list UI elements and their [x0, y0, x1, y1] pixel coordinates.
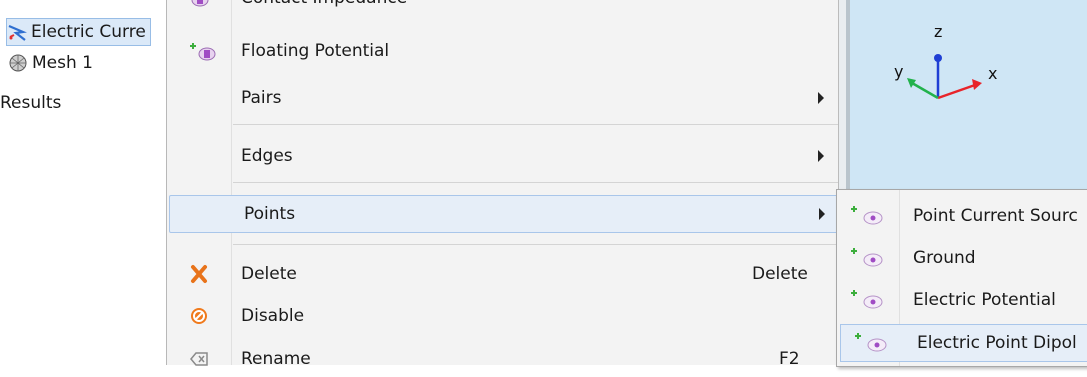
menu-item-label: Contact Impedance — [241, 0, 407, 8]
add-point-icon — [847, 288, 887, 312]
y-axis-arrow — [907, 78, 916, 88]
menu-item-disable[interactable]: Disable — [167, 298, 845, 334]
menu-item-pairs[interactable]: Pairs — [167, 80, 845, 116]
submenu-arrow-icon — [818, 92, 824, 104]
submenu-arrow-icon — [818, 150, 824, 162]
submenu-item-point-current-source[interactable]: Point Current Sourc — [837, 198, 1087, 234]
tree-item-label: Electric Curre — [31, 22, 146, 42]
electric-currents-icon — [7, 22, 28, 42]
menu-item-edges[interactable]: Edges — [167, 138, 845, 174]
menu-item-delete[interactable]: Delete Delete — [167, 256, 845, 292]
menu-item-label: Points — [244, 204, 296, 224]
menu-item-label: Pairs — [241, 88, 282, 108]
menu-item-label: Rename — [241, 349, 311, 369]
tree-item-label: Results — [0, 93, 62, 113]
x-axis-line — [937, 83, 976, 100]
add-point-icon — [847, 246, 887, 270]
tree-item-electric-currents[interactable]: Electric Curre — [6, 18, 151, 46]
add-boundary-condition-icon — [187, 41, 216, 61]
z-axis-label: z — [934, 22, 943, 41]
points-submenu: Point Current Sourc Ground Electric Pote… — [836, 189, 1087, 367]
menu-item-label: Edges — [241, 146, 293, 166]
tree-item-mesh[interactable]: Mesh 1 — [8, 50, 93, 76]
menu-item-shortcut: F2 — [779, 349, 800, 369]
boundary-condition-icon — [187, 0, 211, 8]
menu-separator — [233, 182, 843, 183]
disable-icon — [187, 306, 211, 326]
menu-item-label: Disable — [241, 306, 305, 326]
submenu-item-ground[interactable]: Ground — [837, 240, 1087, 276]
menu-item-rename[interactable]: Rename F2 — [167, 341, 845, 377]
menu-item-label: Floating Potential — [241, 41, 390, 61]
add-point-icon — [851, 331, 891, 355]
y-axis-line — [911, 81, 939, 100]
submenu-item-electric-point-dipole[interactable]: Electric Point Dipol — [840, 324, 1087, 362]
model-tree: Electric Curre Mesh 1 Results — [0, 10, 166, 365]
submenu-item-electric-potential[interactable]: Electric Potential — [837, 282, 1087, 318]
menu-item-floating-potential[interactable]: Floating Potential — [167, 33, 845, 69]
x-axis-label: x — [988, 64, 998, 83]
graphics-viewport[interactable]: z x y — [846, 0, 1087, 190]
submenu-arrow-icon — [819, 208, 825, 220]
tree-item-results[interactable]: Results — [0, 90, 61, 116]
menu-item-points[interactable]: Points — [169, 195, 845, 233]
submenu-item-label: Point Current Sourc — [913, 206, 1078, 226]
menu-item-label: Delete — [241, 264, 297, 284]
tree-item-label: Mesh 1 — [32, 53, 93, 73]
x-axis-arrow — [972, 79, 982, 90]
menu-item-shortcut: Delete — [752, 264, 808, 284]
submenu-item-label: Ground — [913, 248, 976, 268]
add-point-icon — [847, 204, 887, 228]
menu-item-contact-impedance[interactable]: Contact Impedance — [167, 0, 845, 16]
submenu-item-label: Electric Point Dipol — [917, 333, 1077, 353]
rename-icon — [187, 349, 211, 369]
context-menu: Contact Impedance Floating Potential Pai… — [166, 0, 847, 369]
mesh-icon — [8, 53, 28, 73]
submenu-item-label: Electric Potential — [913, 290, 1056, 310]
z-axis-tip — [934, 54, 942, 62]
y-axis-label: y — [894, 62, 904, 81]
delete-icon — [187, 264, 211, 284]
menu-separator — [233, 124, 843, 125]
menu-separator — [233, 244, 843, 245]
axis-triad — [907, 54, 982, 100]
